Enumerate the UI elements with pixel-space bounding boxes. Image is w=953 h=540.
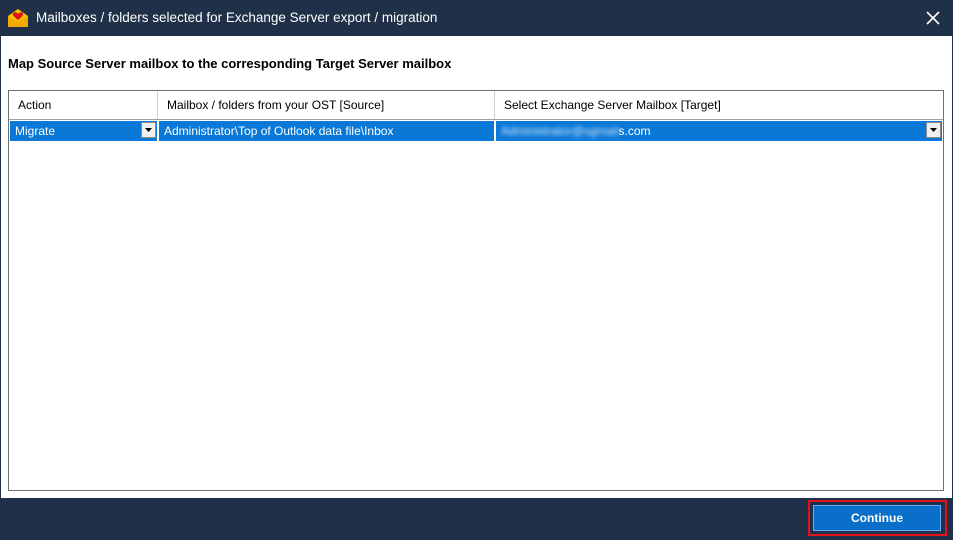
action-cell[interactable]: Migrate — [10, 121, 157, 141]
source-value: Administrator\Top of Outlook data file\I… — [164, 124, 394, 138]
column-header-source[interactable]: Mailbox / folders from your OST [Source] — [158, 91, 495, 119]
table-row[interactable]: Migrate Administrator\Top of Outlook dat… — [9, 120, 943, 142]
action-dropdown-button[interactable] — [141, 122, 156, 138]
dialog-window: Mailboxes / folders selected for Exchang… — [0, 0, 953, 540]
source-cell: Administrator\Top of Outlook data file\I… — [159, 121, 494, 141]
dialog-footer: Continue — [0, 498, 953, 540]
target-value-blurred: Administrator@sgmail — [501, 124, 619, 138]
grid-header: Action Mailbox / folders from your OST [… — [9, 91, 943, 120]
chevron-down-icon — [930, 128, 937, 132]
column-header-action[interactable]: Action — [9, 91, 158, 119]
target-value-suffix: s.com — [618, 124, 651, 138]
instruction-text: Map Source Server mailbox to the corresp… — [8, 56, 452, 71]
title-bar: Mailboxes / folders selected for Exchang… — [0, 0, 953, 36]
action-value: Migrate — [15, 124, 56, 138]
continue-button[interactable]: Continue — [813, 505, 941, 531]
dialog-content: Map Source Server mailbox to the corresp… — [1, 36, 952, 498]
chevron-down-icon — [145, 128, 152, 132]
window-title: Mailboxes / folders selected for Exchang… — [36, 10, 438, 25]
column-header-target[interactable]: Select Exchange Server Mailbox [Target] — [495, 91, 943, 119]
close-button[interactable] — [921, 6, 945, 30]
target-dropdown-button[interactable] — [926, 122, 941, 138]
mapping-grid[interactable]: Action Mailbox / folders from your OST [… — [8, 90, 944, 491]
mail-app-icon — [7, 8, 29, 28]
target-cell[interactable]: Administrator@sgmails.com — [496, 121, 942, 141]
close-icon — [926, 11, 940, 25]
